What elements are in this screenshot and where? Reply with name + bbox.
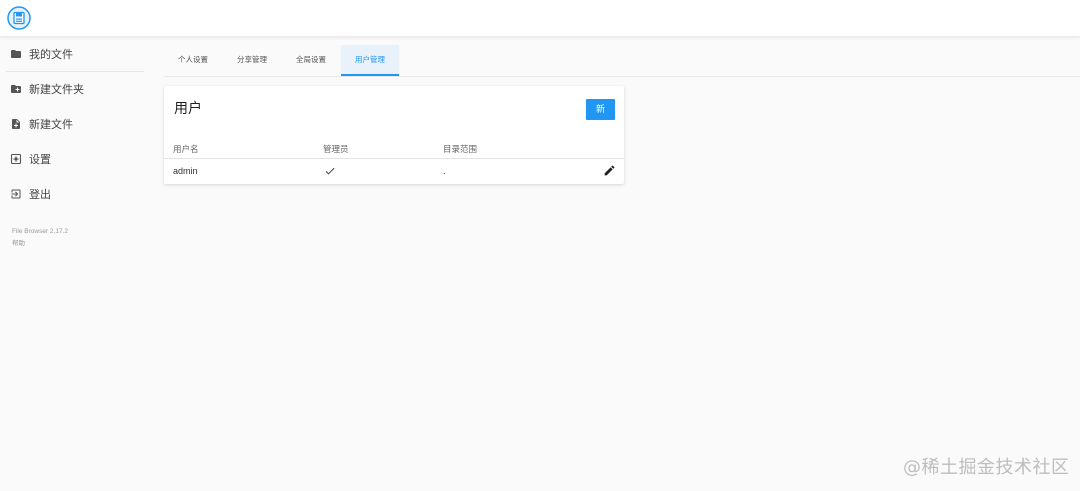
watermark: @稀土掘金技术社区: [903, 457, 1070, 478]
sidebar-item-label: 设置: [29, 154, 51, 166]
file-browser-logo-icon[interactable]: [7, 6, 31, 30]
version-text: File Browser 2.17.2: [12, 228, 68, 235]
cell-scope: .: [443, 166, 446, 176]
column-header-username: 用户名: [173, 144, 199, 154]
help-link[interactable]: 帮助: [12, 237, 25, 247]
sidebar-item-label: 新建文件: [29, 119, 73, 131]
logout-icon: [11, 189, 21, 199]
tab-global-settings[interactable]: 全局设置: [282, 45, 340, 75]
file-plus-icon: [12, 119, 20, 129]
sidebar-item-label: 新建文件夹: [29, 84, 84, 96]
tab-user-management[interactable]: 用户管理: [341, 45, 399, 76]
users-card: 用户 新 用户名 管理员 目录范围 admin .: [164, 86, 624, 184]
card-title: 用户: [174, 100, 202, 116]
new-user-button[interactable]: 新: [586, 99, 615, 120]
sidebar-item-my-files[interactable]: 我的文件: [0, 39, 145, 69]
sidebar-item-label: 登出: [29, 189, 51, 201]
check-icon: [325, 167, 335, 175]
sidebar-item-new-folder[interactable]: 新建文件夹: [0, 74, 145, 104]
table-divider: [164, 158, 624, 159]
sidebar: 我的文件 新建文件夹 新建文件 设置 登出 File Browser 2.17.…: [0, 37, 145, 491]
settings-tabs: 个人设置 分享管理 全局设置 用户管理: [164, 45, 1080, 77]
column-header-scope: 目录范围: [443, 144, 478, 154]
folder-icon: [11, 50, 21, 58]
top-bar: [0, 0, 1080, 37]
cell-username: admin: [173, 166, 198, 176]
sidebar-item-new-file[interactable]: 新建文件: [0, 109, 145, 139]
tab-share-management[interactable]: 分享管理: [223, 45, 281, 75]
sidebar-item-label: 我的文件: [29, 49, 73, 61]
pencil-icon[interactable]: [603, 164, 616, 177]
settings-icon: [10, 153, 22, 165]
sidebar-item-logout[interactable]: 登出: [0, 179, 145, 209]
column-header-admin: 管理员: [323, 144, 349, 154]
tab-profile-settings[interactable]: 个人设置: [164, 45, 222, 75]
folder-plus-icon: [11, 85, 21, 93]
sidebar-item-settings[interactable]: 设置: [0, 144, 145, 174]
sidebar-divider: [6, 71, 144, 72]
